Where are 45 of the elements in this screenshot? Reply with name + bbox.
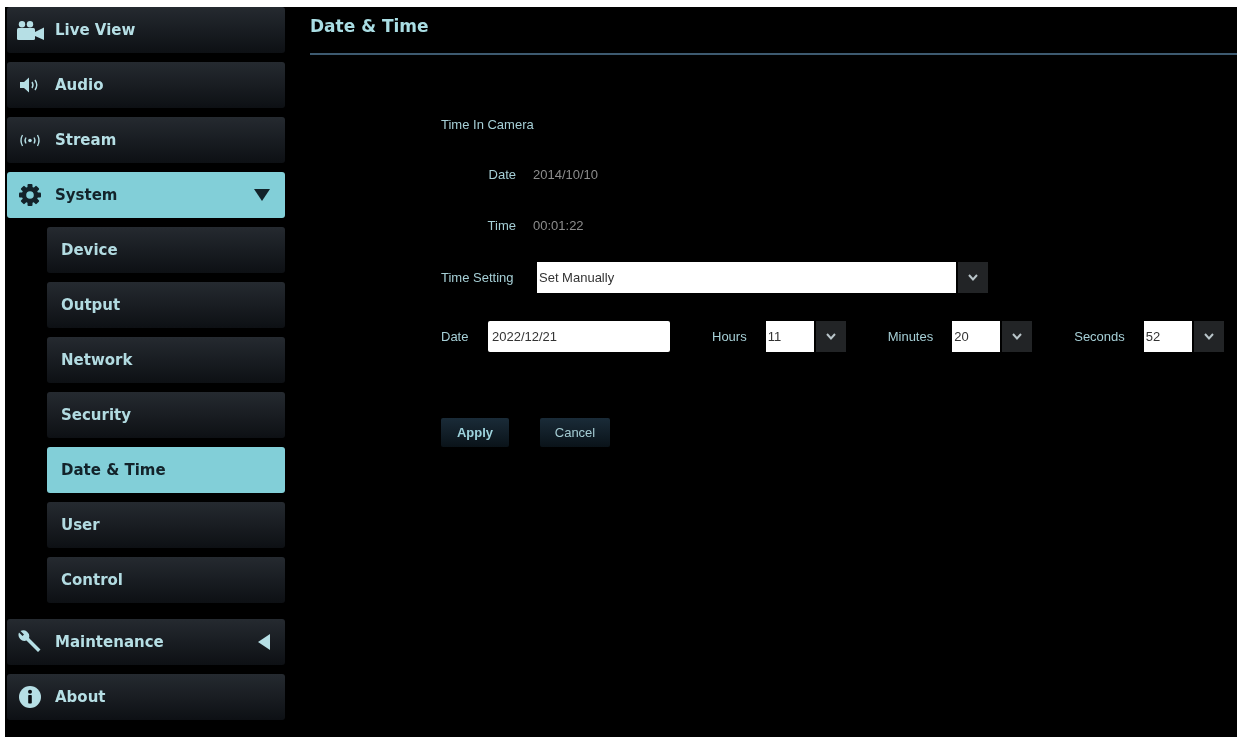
field-label: Date [441,329,470,344]
settings-icon [19,184,41,206]
sidebar-subitem[interactable]: Date & Time [47,447,285,493]
field-label: Minutes [887,329,934,344]
field-label: Seconds [1074,329,1125,344]
field-value: 00:01:22 [533,218,584,234]
speaker-icon [20,77,40,93]
sidebar-subitem[interactable]: Device [47,227,285,273]
number-select[interactable]: 20 [952,321,1001,352]
date-input-field[interactable]: 2022/12/21 [488,321,670,352]
number-select[interactable]: 11 [765,321,814,352]
apply-button[interactable]: Apply [441,418,509,447]
chevron-down-icon [1012,333,1023,340]
field-label: Hours [712,329,747,344]
field-value: 2014/10/10 [533,167,599,183]
dropdown-button[interactable] [1193,321,1224,352]
sidebar-item[interactable]: About [7,674,285,720]
dropdown-button[interactable] [815,321,846,352]
dropdown-button[interactable] [1002,321,1033,352]
cancel-button[interactable]: Cancel [540,418,610,447]
broadcast-icon [18,133,42,147]
sidebar-subitem[interactable]: Network [47,337,285,383]
info-icon [19,686,41,708]
sidebar-subitem[interactable]: Security [47,392,285,438]
sidebar-item[interactable]: Live View [7,7,285,53]
chevron-down-icon [825,333,836,340]
field-label: Time [486,218,516,234]
number-select[interactable]: 52 [1143,321,1192,352]
sidebar-subitem[interactable]: User [47,502,285,548]
chevron-down-icon [968,274,978,281]
sidebar-item[interactable]: Stream [7,117,285,163]
page-title: Date & Time [310,16,429,36]
chevron-down-icon [1203,333,1214,340]
section-heading: Time In Camera [441,117,534,133]
sidebar-subitem[interactable]: Output [47,282,285,328]
sidebar-item[interactable]: Maintenance [7,619,285,665]
dropdown-button[interactable] [958,262,988,293]
time-setting-select[interactable]: Set Manually [537,262,956,293]
sidebar-item[interactable]: System [7,172,285,218]
wrench-icon [18,630,42,654]
video-camera-icon [16,20,44,40]
field-label: Time Setting [441,270,515,285]
sidebar-item[interactable]: Audio [7,62,285,108]
sidebar-subitem[interactable]: Control [47,557,285,603]
field-label: Date [487,167,516,183]
